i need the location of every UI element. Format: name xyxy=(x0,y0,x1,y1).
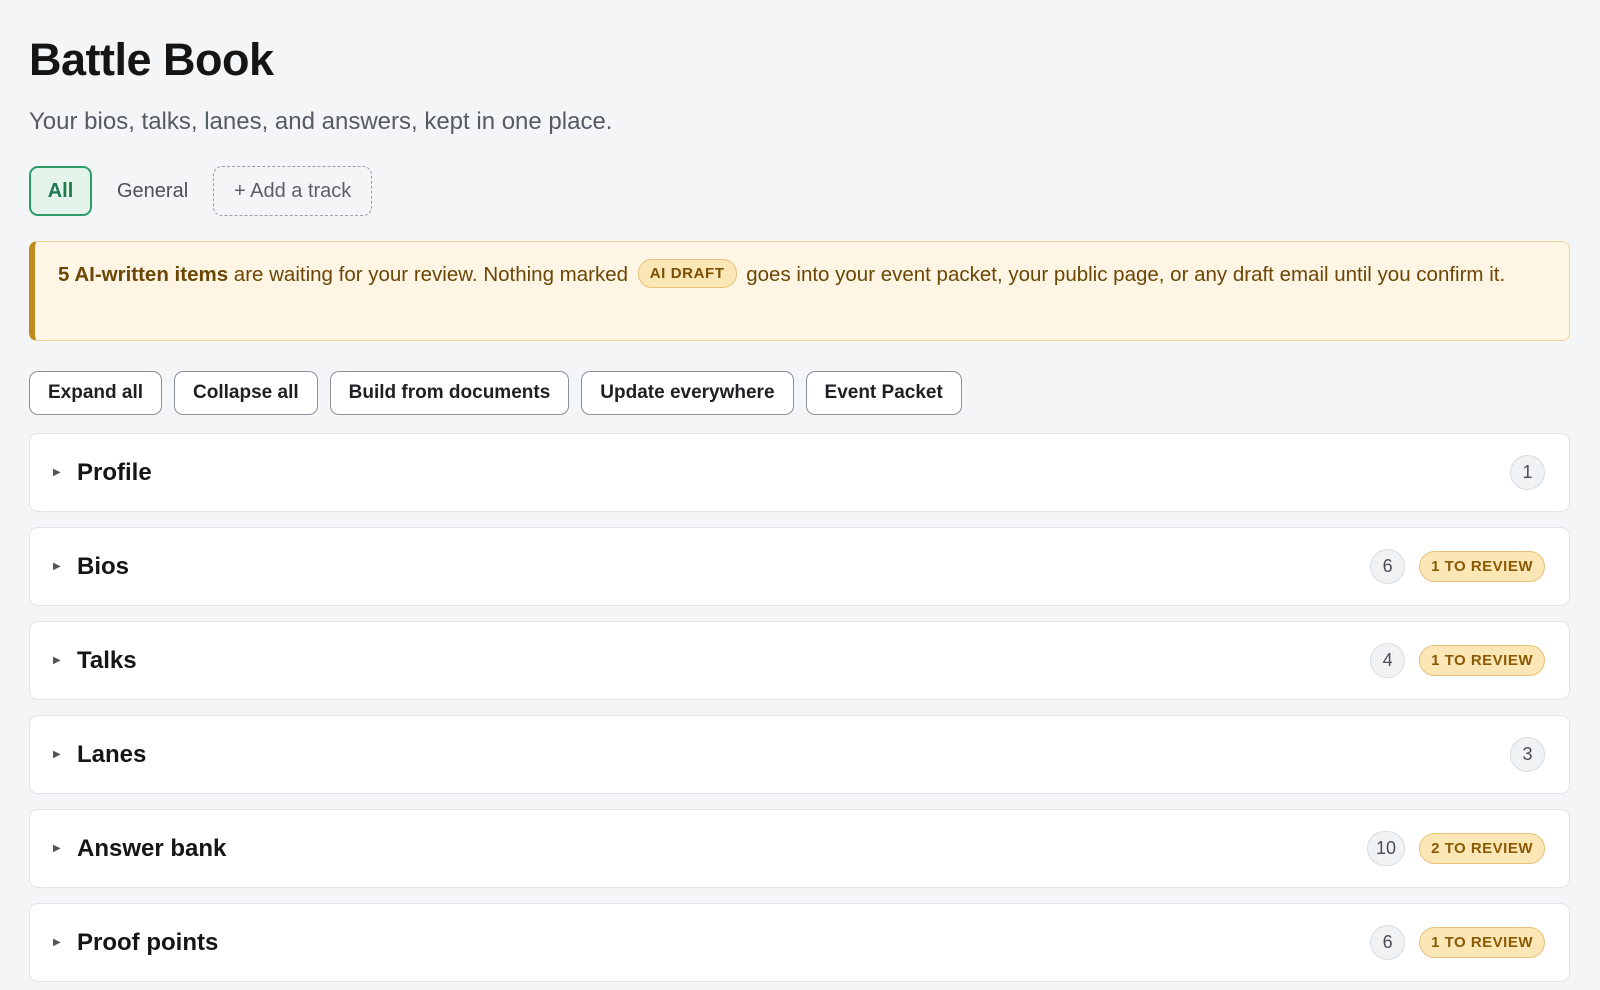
caret-right-icon: ▶ xyxy=(53,937,61,948)
section-bios[interactable]: ▶ Bios 6 1 TO REVIEW xyxy=(29,527,1570,606)
track-tabs: All General + Add a track xyxy=(29,166,373,216)
section-title: Profile xyxy=(77,458,152,486)
event-packet-button[interactable]: Event Packet xyxy=(805,371,962,415)
count-badge: 1 xyxy=(1510,455,1545,490)
battle-book-page: Battle Book Your bios, talks, lanes, and… xyxy=(0,0,1600,990)
section-title: Lanes xyxy=(77,740,147,768)
section-talks[interactable]: ▶ Talks 4 1 TO REVIEW xyxy=(29,621,1570,700)
section-list: ▶ Profile 1 ▶ Bios 6 1 TO REVIEW ▶ Talks… xyxy=(29,433,1570,990)
section-title: Talks xyxy=(77,646,137,674)
review-badge: 2 TO REVIEW xyxy=(1419,833,1545,864)
section-title: Answer bank xyxy=(77,834,227,862)
caret-right-icon: ▶ xyxy=(53,655,61,666)
count-badge: 4 xyxy=(1370,643,1406,678)
ai-review-notice: 5 AI-written items are waiting for your … xyxy=(29,241,1570,341)
review-badge: 1 TO REVIEW xyxy=(1419,551,1545,582)
review-badge: 1 TO REVIEW xyxy=(1419,927,1545,958)
notice-text-2: goes into your event packet, your public… xyxy=(740,263,1506,286)
action-toolbar: Expand all Collapse all Build from docum… xyxy=(29,371,962,415)
count-badge: 3 xyxy=(1510,737,1545,772)
caret-right-icon: ▶ xyxy=(53,843,61,854)
expand-all-button[interactable]: Expand all xyxy=(29,371,163,415)
notice-count: 5 AI-written items xyxy=(58,263,229,286)
section-title: Bios xyxy=(77,552,130,580)
review-badge: 1 TO REVIEW xyxy=(1419,645,1545,676)
section-title: Proof points xyxy=(77,928,219,956)
count-badge: 10 xyxy=(1367,831,1406,866)
caret-right-icon: ▶ xyxy=(53,467,61,478)
section-profile[interactable]: ▶ Profile 1 xyxy=(29,433,1570,512)
add-track-button[interactable]: + Add a track xyxy=(213,166,373,216)
notice-text-1: are waiting for your review. Nothing mar… xyxy=(228,263,634,286)
section-answer-bank[interactable]: ▶ Answer bank 10 2 TO REVIEW xyxy=(29,809,1570,888)
count-badge: 6 xyxy=(1370,549,1406,584)
count-badge: 6 xyxy=(1370,925,1406,960)
section-proof-points[interactable]: ▶ Proof points 6 1 TO REVIEW xyxy=(29,903,1570,982)
tab-general[interactable]: General xyxy=(117,166,188,216)
section-lanes[interactable]: ▶ Lanes 3 xyxy=(29,715,1570,794)
build-from-documents-button[interactable]: Build from documents xyxy=(329,371,570,415)
update-everywhere-button[interactable]: Update everywhere xyxy=(581,371,794,415)
caret-right-icon: ▶ xyxy=(53,561,61,572)
ai-draft-badge: AI DRAFT xyxy=(637,259,737,289)
collapse-all-button[interactable]: Collapse all xyxy=(174,371,318,415)
page-subtitle: Your bios, talks, lanes, and answers, ke… xyxy=(29,108,613,135)
tab-all[interactable]: All xyxy=(29,166,92,216)
page-title: Battle Book xyxy=(29,34,274,85)
caret-right-icon: ▶ xyxy=(53,749,61,760)
